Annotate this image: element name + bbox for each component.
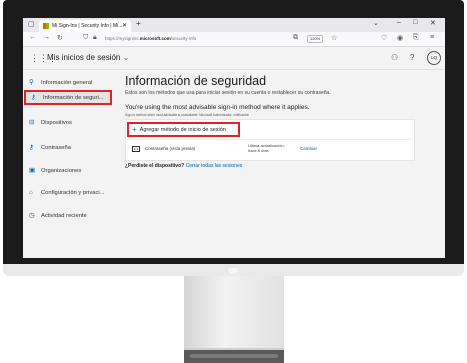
lost-device-question: ¿Perdiste el dispositivo? (125, 163, 185, 169)
monitor-frame: ▢ Mi Sign-Ins | Security Info | Mi... ✕ … (3, 0, 464, 272)
browser-toolbar: ← → ↻ ⛉ 🔒︎ https://mysignins.microsoft.c… (23, 32, 445, 47)
sidebar-item-label: Actividad reciente (41, 213, 87, 219)
bookmark-star-icon[interactable]: ☆ (331, 34, 337, 42)
method-last-updated: Última actualización: hace 5 días (248, 143, 285, 153)
app-title[interactable]: Mis inicios de sesión ⌄ (47, 53, 129, 62)
back-arrow-icon[interactable]: ← (29, 34, 36, 41)
url-domain: microsoft.com (139, 36, 171, 41)
zoom-badge[interactable]: 120% (307, 35, 324, 43)
sidebar-item-label: Configuración y privaci... (41, 190, 105, 196)
sidebar-item-label: Dispositivos (41, 120, 72, 126)
methods-card: + Agregar método de inicio de sesión ••• … (125, 119, 415, 161)
sidebar-item-password[interactable]: ⚷ Contraseña (23, 141, 115, 154)
app-header: ⋮⋮⋮ Mis inicios de sesión ⌄ ⚇ ? LQ (23, 47, 445, 70)
sidebar-item-settings-privacy[interactable]: ⌂ Configuración y privaci... (23, 186, 115, 199)
tab-overview-icon[interactable]: ▢ (28, 20, 35, 28)
url-path: /security-info (170, 36, 197, 41)
history-icon: ◷ (29, 212, 35, 219)
change-password-link[interactable]: Cambiar (300, 146, 317, 151)
page-title: Información de seguridad (125, 74, 267, 88)
main-content: Información de seguridad Estos son los m… (119, 70, 445, 258)
url-prefix: https://mysignins. (105, 36, 140, 41)
browser-tab[interactable]: Mi Sign-Ins | Security Info | Mi... ✕ (39, 20, 131, 32)
maximize-button[interactable]: □ (413, 19, 417, 26)
sidebar-item-label: Información general (41, 80, 93, 86)
reload-icon[interactable]: ↻ (57, 34, 63, 42)
sidebar-item-overview[interactable]: ⚲ Información general (23, 76, 115, 89)
lost-device-line: ¿Perdiste el dispositivo? Cerrar todas l… (125, 163, 242, 169)
pocket-icon[interactable]: ♡ (381, 34, 387, 42)
advisable-heading: You're using the most advisable sign-in … (125, 104, 310, 111)
briefcase-icon: ▣ (29, 167, 36, 174)
key-person-icon: ⚷ (31, 94, 36, 101)
close-window-button[interactable]: ✕ (430, 19, 436, 27)
menu-icon[interactable]: ≡ (430, 34, 434, 41)
sidebar-item-label: Organizaciones (41, 168, 82, 174)
minimize-button[interactable]: – (397, 19, 401, 26)
stand-base-slot (190, 354, 278, 358)
lock-icon: ⌂ (29, 189, 33, 196)
account-icon[interactable]: ◉ (397, 34, 403, 42)
sidebar-item-devices[interactable]: ⊟ Dispositivos (23, 116, 115, 129)
translate-icon[interactable]: ⧉ (293, 34, 298, 42)
add-method-label: Agregar método de inicio de sesión (139, 127, 226, 133)
password-dots-icon: ••• (132, 146, 140, 152)
tab-title: Mi Sign-Ins | Security Info | Mi... (52, 23, 123, 29)
chevron-down-icon: ⌄ (122, 53, 130, 62)
tab-list-icon[interactable]: ⌄ (373, 19, 379, 27)
microsoft-favicon-icon (43, 22, 49, 29)
lock-icon[interactable]: 🔒︎ (93, 34, 97, 42)
organization-icon[interactable]: ⚇ (391, 53, 398, 62)
plus-icon: + (132, 125, 137, 134)
laptop-icon: ⊟ (29, 119, 35, 126)
person-icon: ⚲ (29, 79, 34, 86)
sidebar: ⚲ Información general ⚷ Información de seg… (23, 70, 115, 258)
sidebar-item-label: Información de seguri... (43, 95, 104, 101)
tab-close-icon[interactable]: ✕ (122, 20, 127, 32)
avatar[interactable]: LQ (427, 51, 441, 65)
method-row: ••• Contraseña (vista previa) Última act… (127, 139, 413, 158)
advisable-detail: Sign-in method when most advisable is un… (125, 113, 250, 117)
new-tab-button[interactable]: + (136, 19, 141, 28)
app-title-text: Mis inicios de sesión (47, 53, 121, 62)
sign-out-everywhere-link[interactable]: Cerrar todas las sesiones (186, 163, 243, 169)
screen: ▢ Mi Sign-Ins | Security Info | Mi... ✕ … (23, 18, 445, 258)
forward-arrow-icon[interactable]: → (43, 34, 50, 41)
update-value: hace 5 días (248, 148, 269, 153)
method-name: Contraseña (vista previa) (145, 146, 196, 151)
browser-tab-bar: ▢ Mi Sign-Ins | Security Info | Mi... ✕ … (23, 18, 445, 32)
extensions-icon[interactable]: ⎘ (413, 34, 419, 42)
shield-icon[interactable]: ⛉ (83, 34, 88, 42)
key-icon: ⚷ (29, 144, 34, 151)
sidebar-item-recent-activity[interactable]: ◷ Actividad reciente (23, 209, 115, 222)
help-icon[interactable]: ? (410, 53, 414, 62)
sidebar-item-label: Contraseña (41, 145, 71, 151)
page-subtitle: Estos son los métodos que usa para inici… (125, 90, 331, 96)
sidebar-item-security-info[interactable]: ⚷ Información de seguri... (24, 90, 112, 105)
sidebar-item-organizations[interactable]: ▣ Organizaciones (23, 164, 115, 177)
add-method-button[interactable]: + Agregar método de inicio de sesión (127, 122, 240, 137)
monitor-stand (184, 276, 284, 348)
